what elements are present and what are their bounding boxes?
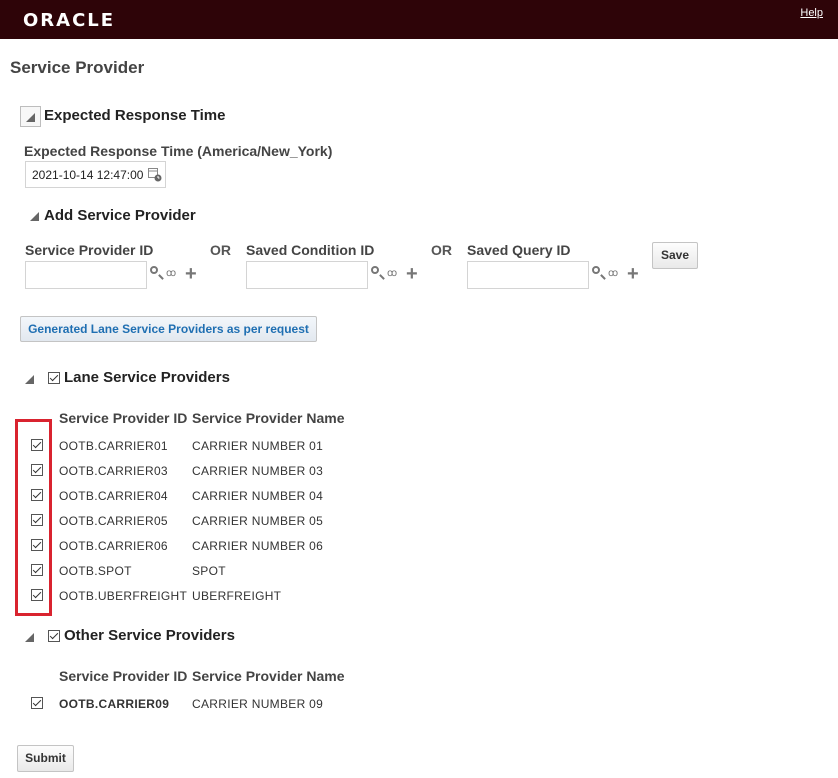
or-separator: OR <box>431 242 452 258</box>
provider-name: SPOT <box>192 564 226 578</box>
oracle-logo: ORACLE <box>23 10 116 31</box>
saved-condition-input[interactable] <box>246 261 368 289</box>
column-header-id: Service Provider ID <box>59 668 188 684</box>
provider-name: CARRIER NUMBER 04 <box>192 489 324 503</box>
column-header-name: Service Provider Name <box>192 410 345 426</box>
add-plus-icon[interactable]: + <box>627 264 639 284</box>
add-plus-icon[interactable]: + <box>185 264 197 284</box>
provider-id: OOTB.SPOT <box>59 564 132 578</box>
provider-id: OOTB.CARRIER04 <box>59 489 168 503</box>
search-icon[interactable] <box>592 266 604 278</box>
page-title: Service Provider <box>10 58 145 77</box>
top-bar <box>0 0 838 39</box>
save-button[interactable]: Save <box>652 242 698 269</box>
row-checkbox[interactable] <box>31 697 43 709</box>
provider-id: OOTB.CARRIER06 <box>59 539 168 553</box>
sp-id-input[interactable] <box>25 261 147 289</box>
column-header-name: Service Provider Name <box>192 668 345 684</box>
add-provider-section-title: Add Service Provider <box>44 207 196 224</box>
other-providers-section-title: Other Service Providers <box>64 627 235 644</box>
provider-id: OOTB.CARRIER05 <box>59 514 168 528</box>
provider-name: CARRIER NUMBER 01 <box>192 439 324 453</box>
sp-id-label: Service Provider ID <box>25 242 154 258</box>
provider-name: UBERFREIGHT <box>192 589 282 603</box>
view-glasses-icon[interactable]: ꝏ <box>608 268 618 279</box>
search-icon[interactable] <box>150 266 162 278</box>
add-provider-collapse-icon[interactable] <box>30 212 39 221</box>
expected-response-label: Expected Response Time (America/New_York… <box>24 143 333 159</box>
generate-lane-providers-button[interactable]: Generated Lane Service Providers as per … <box>20 316 317 342</box>
help-link[interactable]: Help <box>800 7 823 19</box>
submit-button[interactable]: Submit <box>17 745 74 772</box>
provider-id: OOTB.CARRIER03 <box>59 464 168 478</box>
expected-response-input[interactable]: 2021-10-14 12:47:00 <box>25 161 166 188</box>
expected-response-value: 2021-10-14 12:47:00 <box>32 168 144 182</box>
calendar-clock-icon[interactable] <box>148 166 162 182</box>
other-providers-select-all-checkbox[interactable] <box>48 630 60 642</box>
collapse-triangle-icon <box>26 113 35 122</box>
add-plus-icon[interactable]: + <box>406 264 418 284</box>
search-icon[interactable] <box>371 266 383 278</box>
column-header-id: Service Provider ID <box>59 410 188 426</box>
saved-query-label: Saved Query ID <box>467 242 571 258</box>
provider-id: OOTB.CARRIER01 <box>59 439 168 453</box>
provider-name: CARRIER NUMBER 06 <box>192 539 324 553</box>
lane-providers-collapse-icon[interactable] <box>25 375 34 384</box>
expected-response-section-title: Expected Response Time <box>44 107 226 124</box>
saved-condition-label: Saved Condition ID <box>246 242 375 258</box>
saved-query-input[interactable] <box>467 261 589 289</box>
highlight-box <box>15 419 52 616</box>
other-providers-collapse-icon[interactable] <box>25 633 34 642</box>
provider-id: OOTB.UBERFREIGHT <box>59 589 188 603</box>
or-separator: OR <box>210 242 231 258</box>
provider-name: CARRIER NUMBER 09 <box>192 697 324 711</box>
provider-id: OOTB.CARRIER09 <box>59 697 170 711</box>
provider-name: CARRIER NUMBER 03 <box>192 464 324 478</box>
view-glasses-icon[interactable]: ꝏ <box>166 268 176 279</box>
expected-response-toggle[interactable] <box>20 106 41 127</box>
lane-providers-section-title: Lane Service Providers <box>64 369 230 386</box>
lane-providers-select-all-checkbox[interactable] <box>48 372 60 384</box>
provider-name: CARRIER NUMBER 05 <box>192 514 324 528</box>
view-glasses-icon[interactable]: ꝏ <box>387 268 397 279</box>
